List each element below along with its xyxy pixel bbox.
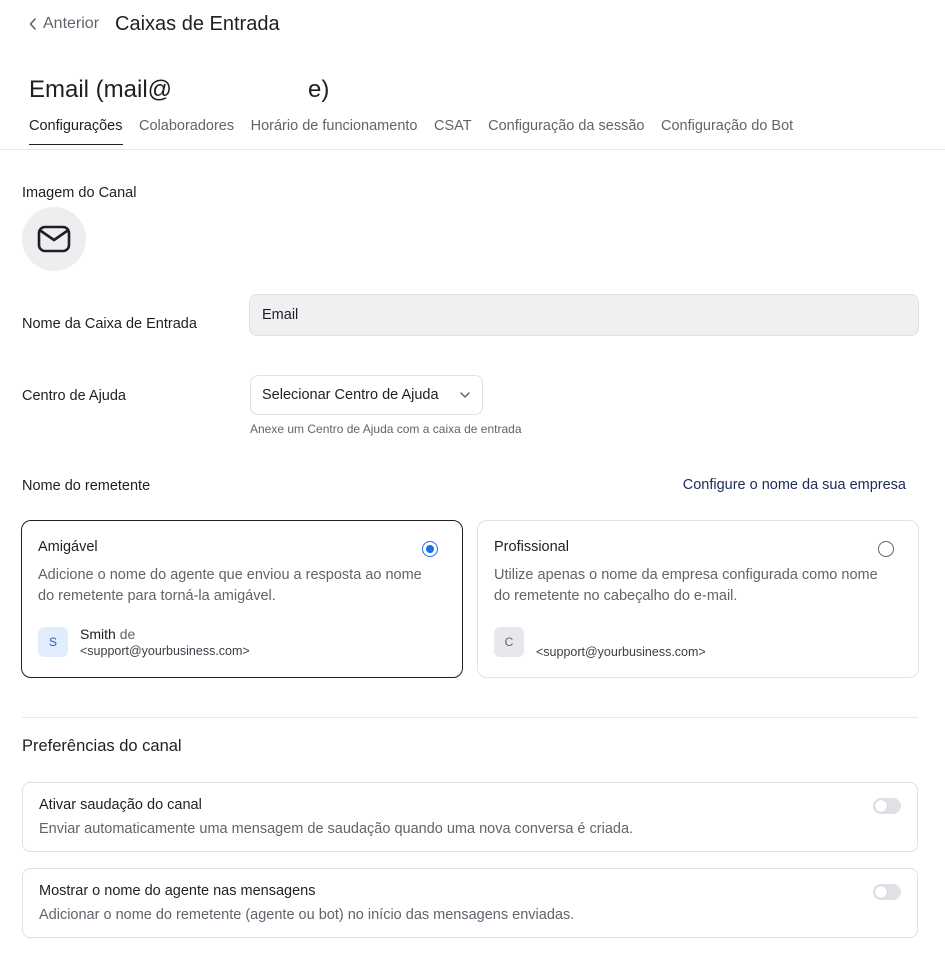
pref-description: Adicionar o nome do remetente (agente ou… — [39, 907, 575, 923]
sender-joiner: de — [119, 626, 136, 642]
agent-name-toggle[interactable] — [873, 884, 901, 900]
pref-agent-name: Mostrar o nome do agente nas mensagens A… — [22, 868, 918, 938]
inbox-name-input[interactable] — [249, 294, 919, 336]
inbox-title-start: Email (mail@ — [29, 76, 173, 103]
sender-preview: S Smith de <support@yourbusiness.com> — [38, 626, 250, 660]
option-radio[interactable] — [878, 541, 894, 557]
sender-name-label: Nome do remetente — [22, 478, 151, 494]
sender-avatar: C — [494, 627, 524, 657]
sender-email: <support@yourbusiness.com> — [80, 644, 250, 658]
chevron-down-icon — [460, 392, 470, 398]
sender-email: <support@yourbusiness.com> — [536, 645, 706, 659]
help-center-hint: Anexe um Centro de Ajuda com a caixa de … — [250, 422, 522, 436]
sender-preview-name: Smith de — [80, 626, 250, 642]
pref-title: Mostrar o nome do agente nas mensagens — [39, 883, 316, 899]
tab-sessao[interactable]: Configuração da sessão — [488, 118, 644, 145]
option-description: Adicione o nome do agente que enviou a r… — [38, 567, 422, 604]
pref-greeting: Ativar saudação do canal Enviar automati… — [22, 782, 918, 852]
sender-option-friendly[interactable]: Amigável Adicione o nome do agente que e… — [21, 520, 463, 678]
inbox-title: Email (mail@ e) — [29, 76, 329, 104]
sender-preview: C <support@yourbusiness.com> — [494, 627, 706, 661]
option-radio[interactable] — [422, 541, 438, 557]
pref-title: Ativar saudação do canal — [39, 797, 202, 813]
sender-option-professional[interactable]: Profissional Utilize apenas o nome da em… — [477, 520, 919, 678]
help-center-label: Centro de Ajuda — [22, 388, 126, 404]
preferences-title: Preferências do canal — [22, 737, 182, 755]
option-title: Profissional — [494, 539, 569, 555]
sender-agent-name: Smith — [80, 626, 116, 642]
greeting-toggle[interactable] — [873, 798, 901, 814]
tab-horario[interactable]: Horário de funcionamento — [251, 118, 418, 145]
back-button[interactable]: Anterior — [29, 15, 99, 33]
tabs-divider — [0, 149, 945, 150]
section-divider — [22, 717, 918, 718]
help-center-selected: Selecionar Centro de Ajuda — [262, 387, 439, 403]
tab-csat[interactable]: CSAT — [434, 118, 472, 145]
sender-avatar: S — [38, 627, 68, 657]
page-title: Caixas de Entrada — [115, 12, 280, 35]
chevron-left-icon — [29, 18, 36, 30]
mail-icon — [37, 225, 71, 253]
channel-image-label: Imagem do Canal — [22, 185, 137, 201]
back-label: Anterior — [43, 15, 100, 32]
option-description: Utilize apenas o nome da empresa configu… — [494, 567, 878, 604]
settings-tabs: Configurações Colaboradores Horário de f… — [29, 118, 810, 145]
channel-avatar[interactable] — [22, 207, 86, 271]
inbox-name-label: Nome da Caixa de Entrada — [22, 316, 197, 332]
top-bar: Anterior Caixas de Entrada — [29, 10, 280, 38]
redacted-region — [172, 76, 323, 104]
help-center-select[interactable]: Selecionar Centro de Ajuda — [250, 375, 483, 415]
configure-company-link[interactable]: Configure o nome da sua empresa — [683, 477, 906, 493]
tab-bot[interactable]: Configuração do Bot — [661, 118, 793, 145]
option-title: Amigável — [38, 539, 98, 555]
inbox-title-end: e) — [308, 76, 330, 103]
pref-description: Enviar automaticamente uma mensagem de s… — [39, 821, 634, 837]
tab-configuracoes[interactable]: Configurações — [29, 118, 123, 145]
tab-colaboradores[interactable]: Colaboradores — [139, 118, 234, 145]
